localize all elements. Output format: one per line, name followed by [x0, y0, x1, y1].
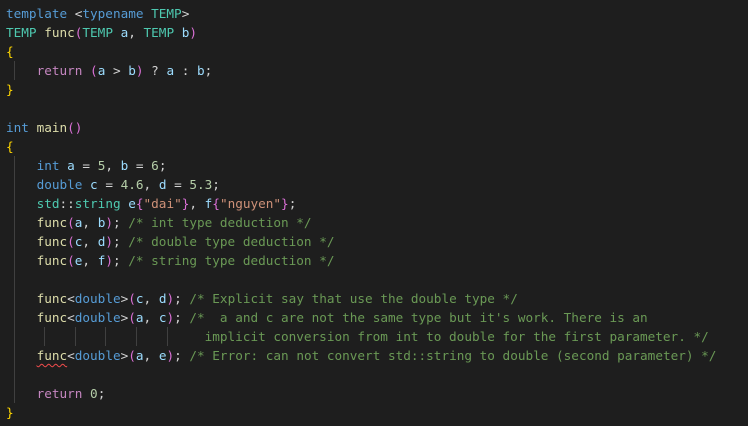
- code-text: func(a, b); /* int type deduction */: [36, 215, 312, 230]
- code-text: int a = 5, b = 6;: [36, 158, 167, 173]
- code-editor[interactable]: template <typename TEMP> TEMP func(TEMP a…: [0, 0, 748, 426]
- code-text: }: [6, 405, 14, 420]
- code-line[interactable]: return 0;: [0, 384, 748, 403]
- code-line[interactable]: }: [0, 80, 748, 99]
- code-text: return (a > b) ? a : b;: [36, 63, 213, 78]
- code-line[interactable]: func(c, d); /* double type deduction */: [0, 232, 748, 251]
- code-line[interactable]: int a = 5, b = 6;: [0, 156, 748, 175]
- code-line[interactable]: func<double>(a, e); /* Error: can not co…: [0, 346, 748, 365]
- code-text: TEMP func(TEMP a, TEMP b): [6, 25, 198, 40]
- code-line[interactable]: template <typename TEMP>: [0, 4, 748, 23]
- indent-guide: [13, 270, 15, 289]
- code-line[interactable]: [0, 270, 748, 289]
- code-text: return 0;: [36, 386, 106, 401]
- code-text: {: [6, 44, 14, 59]
- code-text: int main(): [6, 120, 83, 135]
- code-text: func(c, d); /* double type deduction */: [36, 234, 335, 249]
- code-text: template <typename TEMP>: [6, 6, 190, 21]
- code-line[interactable]: double c = 4.6, d = 5.3;: [0, 175, 748, 194]
- code-line[interactable]: }: [0, 403, 748, 422]
- code-line[interactable]: func(e, f); /* string type deduction */: [0, 251, 748, 270]
- code-line[interactable]: [0, 365, 748, 384]
- code-text: func<double>(c, d); /* Explicit say that…: [36, 291, 518, 306]
- code-text: implicit conversion from int to double f…: [204, 329, 709, 344]
- code-text: func<double>(a, e); /* Error: can not co…: [36, 348, 717, 363]
- code-line[interactable]: int main(): [0, 118, 748, 137]
- code-text: }: [6, 82, 14, 97]
- code-text: func(e, f); /* string type deduction */: [36, 253, 335, 268]
- indent-guide: [13, 365, 15, 384]
- code-line[interactable]: [0, 99, 748, 118]
- code-text: func<double>(a, c); /* a and c are not t…: [36, 310, 648, 325]
- code-line[interactable]: TEMP func(TEMP a, TEMP b): [0, 23, 748, 42]
- code-line[interactable]: {: [0, 42, 748, 61]
- code-line[interactable]: func<double>(c, d); /* Explicit say that…: [0, 289, 748, 308]
- code-line[interactable]: implicit conversion from int to double f…: [0, 327, 748, 346]
- code-line[interactable]: func(a, b); /* int type deduction */: [0, 213, 748, 232]
- code-line[interactable]: {: [0, 137, 748, 156]
- code-text: {: [6, 139, 14, 154]
- code-line[interactable]: std::string e{"dai"}, f{"nguyen"};: [0, 194, 748, 213]
- code-text: std::string e{"dai"}, f{"nguyen"};: [36, 196, 297, 211]
- code-line[interactable]: func<double>(a, c); /* a and c are not t…: [0, 308, 748, 327]
- code-text: double c = 4.6, d = 5.3;: [36, 177, 220, 192]
- code-line[interactable]: return (a > b) ? a : b;: [0, 61, 748, 80]
